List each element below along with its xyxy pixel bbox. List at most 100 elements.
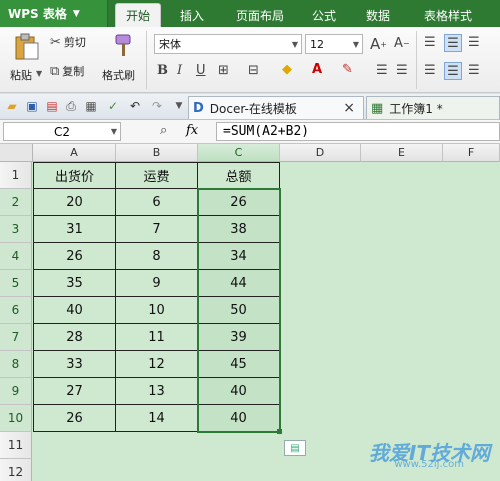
data-cell[interactable]: 26 <box>198 189 280 216</box>
data-cell[interactable]: 40 <box>198 378 280 405</box>
tab-page-layout[interactable]: 页面布局 <box>226 3 294 27</box>
data-cell[interactable]: 12 <box>116 351 198 378</box>
data-cell[interactable]: 28 <box>33 324 116 351</box>
customize-dropdown-icon[interactable]: ▼ <box>172 99 186 113</box>
data-cell[interactable]: 34 <box>198 243 280 270</box>
data-cell[interactable]: 13 <box>116 378 198 405</box>
data-cell[interactable]: 39 <box>198 324 280 351</box>
formula-input[interactable]: =SUM(A2+B2) <box>216 122 500 141</box>
data-cell[interactable]: 26 <box>33 405 116 432</box>
bold-icon[interactable]: B <box>157 63 168 78</box>
column-header-a[interactable]: A <box>33 144 116 162</box>
align-bottom-icon[interactable]: ☰ <box>468 35 480 50</box>
data-cell[interactable]: 8 <box>116 243 198 270</box>
row-header-12[interactable]: 12 <box>0 459 32 481</box>
data-cell[interactable]: 38 <box>198 216 280 243</box>
align-center-icon[interactable]: ☰ <box>444 62 462 80</box>
column-header-e[interactable]: E <box>361 144 443 162</box>
tab-docer-templates[interactable]: D Docer-在线模板 × <box>188 96 364 119</box>
fill-handle[interactable] <box>277 429 282 434</box>
align-right-icon[interactable]: ☰ <box>468 63 480 78</box>
tab-insert[interactable]: 插入 <box>170 3 214 27</box>
spell-check-icon[interactable]: ✓ <box>106 99 120 113</box>
print-icon[interactable]: ⎙ <box>64 99 78 113</box>
data-cell[interactable]: 31 <box>33 216 116 243</box>
undo-icon[interactable]: ↶ <box>128 99 142 113</box>
row-header-2[interactable]: 2 <box>0 189 32 216</box>
tab-data[interactable]: 数据 <box>356 3 400 27</box>
paste-options-icon[interactable]: ▤ <box>284 440 306 456</box>
row-header-8[interactable]: 8 <box>0 351 32 378</box>
close-icon[interactable]: × <box>343 100 355 116</box>
data-cell[interactable]: 9 <box>116 270 198 297</box>
column-header-f[interactable]: F <box>443 144 500 162</box>
data-cell[interactable]: 20 <box>33 189 116 216</box>
borders-icon[interactable]: ⊞ <box>218 63 229 78</box>
row-header-7[interactable]: 7 <box>0 324 32 351</box>
folder-icon[interactable]: ▰ <box>5 99 19 113</box>
data-cell[interactable]: 27 <box>33 378 116 405</box>
row-header-3[interactable]: 3 <box>0 216 32 243</box>
merge-cells-icon[interactable]: ⊟ <box>248 63 259 78</box>
font-name-select[interactable]: 宋体 ▼ <box>154 34 302 54</box>
zoom-icon[interactable]: ⌕ <box>160 123 167 138</box>
fill-color-icon[interactable]: ◆ <box>282 62 292 77</box>
row-header-6[interactable]: 6 <box>0 297 32 324</box>
row-header-10[interactable]: 10 <box>0 405 32 432</box>
data-cell[interactable]: 40 <box>33 297 116 324</box>
cut-button[interactable]: ✂ 剪切 <box>50 34 86 50</box>
row-header-1[interactable]: 1 <box>0 162 32 189</box>
tab-workbook[interactable]: ▦ 工作簿1 * <box>366 96 500 119</box>
align-right-list-icon[interactable]: ☰ <box>396 63 408 78</box>
export-pdf-icon[interactable]: ▤ <box>45 99 59 113</box>
font-color-icon[interactable]: A <box>312 62 322 77</box>
data-cell[interactable]: 7 <box>116 216 198 243</box>
tab-table-style[interactable]: 表格样式 <box>414 3 482 27</box>
print-preview-icon[interactable]: ▦ <box>84 99 98 113</box>
data-cell[interactable]: 26 <box>33 243 116 270</box>
save-icon[interactable]: ▣ <box>25 99 39 113</box>
paste-button[interactable]: 粘贴 ▼ <box>8 31 46 89</box>
data-cell[interactable]: 40 <box>198 405 280 432</box>
header-cell[interactable]: 总额 <box>198 162 280 189</box>
italic-icon[interactable]: I <box>177 63 182 78</box>
row-header-11[interactable]: 11 <box>0 432 32 459</box>
column-header-c[interactable]: C <box>198 144 280 162</box>
tab-formulas[interactable]: 公式 <box>302 3 346 27</box>
data-cell[interactable]: 35 <box>33 270 116 297</box>
app-menu-button[interactable]: WPS 表格 ▼ <box>0 0 108 27</box>
menu-bar: WPS 表格 ▼ 开始 插入 页面布局 公式 数据 表格样式 <box>0 0 500 27</box>
format-painter-button[interactable]: 格式刷 <box>102 31 142 89</box>
copy-button[interactable]: ⧉ 复制 <box>50 63 84 79</box>
row-header-4[interactable]: 4 <box>0 243 32 270</box>
data-cell[interactable]: 50 <box>198 297 280 324</box>
header-cell[interactable]: 运费 <box>116 162 198 189</box>
header-cell[interactable]: 出货价 <box>33 162 116 189</box>
align-left-list-icon[interactable]: ☰ <box>376 63 388 78</box>
column-header-b[interactable]: B <box>116 144 198 162</box>
row-header-9[interactable]: 9 <box>0 378 32 405</box>
align-top-icon[interactable]: ☰ <box>424 35 436 50</box>
data-cell[interactable]: 14 <box>116 405 198 432</box>
data-cell[interactable]: 44 <box>198 270 280 297</box>
column-header-d[interactable]: D <box>280 144 361 162</box>
paste-dropdown-icon[interactable]: ▼ <box>36 69 42 78</box>
redo-icon[interactable]: ↷ <box>150 99 164 113</box>
data-cell[interactable]: 11 <box>116 324 198 351</box>
underline-icon[interactable]: U <box>196 63 206 78</box>
data-cell[interactable]: 10 <box>116 297 198 324</box>
select-all-corner[interactable] <box>0 144 33 162</box>
name-box[interactable]: C2 ▼ <box>3 122 121 141</box>
fx-icon[interactable]: fx <box>186 123 198 138</box>
tab-start[interactable]: 开始 <box>115 3 161 27</box>
font-size-select[interactable]: 12 ▼ <box>305 34 363 54</box>
row-header-5[interactable]: 5 <box>0 270 32 297</box>
align-left-icon[interactable]: ☰ <box>424 63 436 78</box>
data-cell[interactable]: 6 <box>116 189 198 216</box>
align-middle-icon[interactable]: ☰ <box>444 34 462 52</box>
decrease-font-icon[interactable]: A − <box>394 36 410 51</box>
data-cell[interactable]: 33 <box>33 351 116 378</box>
data-cell[interactable]: 45 <box>198 351 280 378</box>
increase-font-icon[interactable]: A + <box>370 35 387 53</box>
clear-format-icon[interactable]: ✎ <box>342 62 353 77</box>
